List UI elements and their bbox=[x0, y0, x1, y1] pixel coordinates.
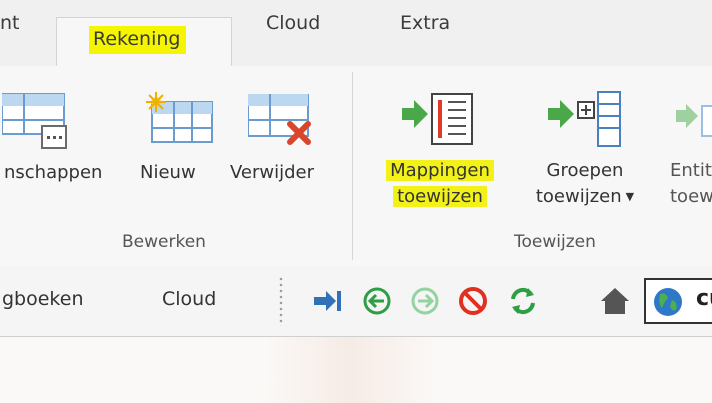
forward-icon[interactable] bbox=[410, 286, 440, 316]
mappingen-toewijzen-button[interactable]: Mappingen toewijzen bbox=[366, 84, 512, 224]
nieuw-label: Nieuw bbox=[140, 162, 196, 183]
groepen-toewijzen-label: toewijzen bbox=[535, 186, 622, 207]
groepen-label: Groepen bbox=[546, 160, 624, 181]
logboeken-tab[interactable]: gboeken bbox=[2, 288, 84, 310]
new-table-icon bbox=[146, 92, 213, 143]
eigenschappen-button[interactable]: nschappen bbox=[0, 88, 136, 198]
tab-cloud[interactable]: Cloud bbox=[266, 12, 320, 34]
tab-extra[interactable]: Extra bbox=[400, 12, 450, 34]
group-label-bewerken: Bewerken bbox=[122, 232, 206, 252]
toewijzen-label: toewijzen bbox=[393, 186, 487, 207]
globe-icon bbox=[654, 288, 682, 316]
tab-rekening[interactable]: Rekening bbox=[56, 17, 232, 67]
assign-groups-icon bbox=[548, 91, 621, 147]
stop-icon[interactable] bbox=[458, 286, 488, 316]
tab-partial[interactable]: nt bbox=[0, 12, 20, 34]
dropdown-arrow-icon[interactable]: ▼ bbox=[626, 190, 634, 203]
mappingen-label: Mappingen bbox=[386, 160, 494, 181]
groepen-toewijzen-button[interactable]: Groepen toewijzen ▼ bbox=[514, 84, 656, 224]
background-image bbox=[260, 337, 440, 403]
ribbon-group-divider bbox=[352, 72, 353, 260]
group-label-toewijzen: Toewijzen bbox=[514, 232, 596, 252]
cloud-tab[interactable]: Cloud bbox=[162, 288, 216, 310]
entiteit-toewijzen-button[interactable]: Entit toew bbox=[658, 84, 712, 224]
assign-mappings-icon bbox=[402, 93, 473, 145]
entiteit-label: Entit bbox=[670, 160, 712, 181]
go-to-icon[interactable] bbox=[312, 286, 342, 316]
toolbar-grip[interactable] bbox=[278, 276, 284, 326]
nieuw-button[interactable]: Nieuw bbox=[136, 88, 218, 198]
navigation-toolbar: gboeken Cloud cu bbox=[0, 266, 712, 337]
table-properties-icon bbox=[2, 93, 67, 149]
content-area bbox=[0, 337, 712, 403]
verwijder-button[interactable]: Verwijder bbox=[226, 88, 342, 198]
address-text: cu bbox=[696, 286, 712, 311]
verwijder-label: Verwijder bbox=[230, 162, 315, 183]
eigenschappen-label: nschappen bbox=[4, 162, 103, 183]
ribbon-tab-bar: nt Rekening Cloud Extra bbox=[0, 0, 712, 67]
tab-rekening-label: Rekening bbox=[89, 26, 187, 54]
assign-entity-icon bbox=[676, 104, 712, 137]
refresh-icon[interactable] bbox=[508, 286, 538, 316]
home-icon[interactable] bbox=[600, 286, 630, 316]
entiteit-toewijzen-label: toew bbox=[670, 186, 712, 207]
back-icon[interactable] bbox=[362, 286, 392, 316]
delete-table-icon bbox=[248, 94, 311, 145]
